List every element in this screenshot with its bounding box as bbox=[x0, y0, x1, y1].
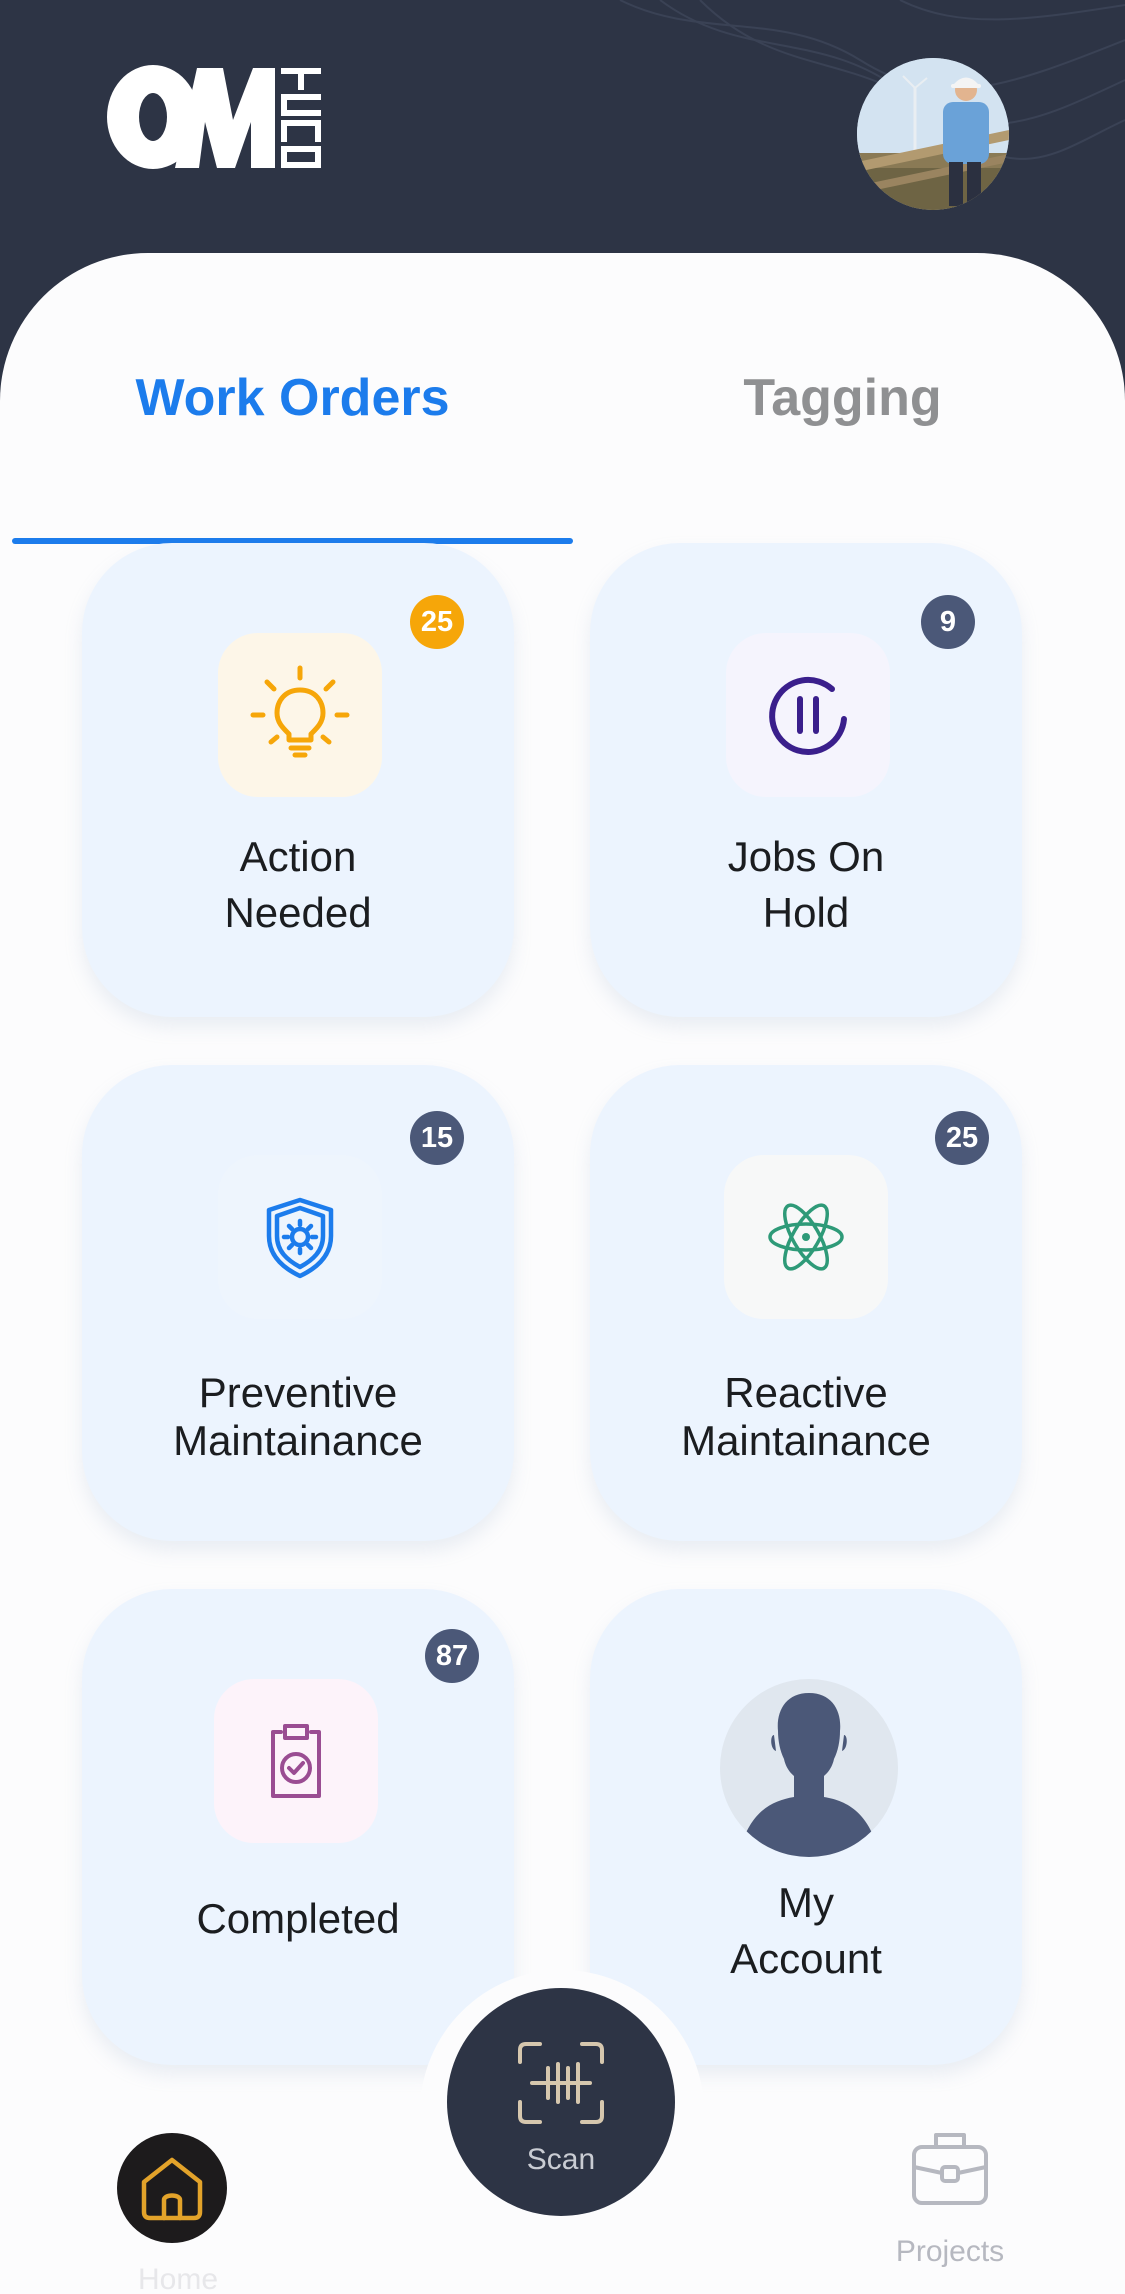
card-reactive-maintenance[interactable]: 25 Reactive Maintainance bbox=[590, 1065, 1022, 1541]
reactive-line2: Maintainance bbox=[681, 1417, 931, 1464]
clipboard-check-icon bbox=[271, 1724, 321, 1798]
action-needed-icon-box bbox=[218, 633, 382, 797]
atom-icon bbox=[768, 1203, 844, 1271]
tab-bar: Work Orders Tagging bbox=[12, 348, 1112, 544]
card-jobs-on-hold[interactable]: 9 Jobs On Hold bbox=[590, 543, 1022, 1017]
card-preventive-maintenance[interactable]: 15 Preventive Maintainance bbox=[82, 1065, 514, 1541]
home-icon bbox=[141, 2157, 203, 2221]
my-account-line2: Account bbox=[730, 1935, 882, 1982]
jobs-on-hold-line1: Jobs On bbox=[727, 833, 885, 880]
home-icon-circle bbox=[117, 2133, 227, 2243]
nav-home-label: Home bbox=[137, 2263, 219, 2294]
tab-tagging[interactable]: Tagging bbox=[573, 348, 1112, 448]
action-needed-line1: Action bbox=[239, 833, 357, 880]
card-my-account[interactable]: My Account bbox=[590, 1589, 1022, 2065]
briefcase-icon bbox=[912, 2133, 988, 2205]
card-action-needed[interactable]: 25 Action Needed bbox=[82, 543, 514, 1017]
my-account-line1: My bbox=[778, 1879, 834, 1926]
jobs-on-hold-badge: 9 bbox=[921, 595, 975, 649]
completed-icon-box bbox=[214, 1679, 378, 1843]
scan-button[interactable]: Scan bbox=[447, 1988, 675, 2216]
tab-work-orders[interactable]: Work Orders bbox=[12, 348, 573, 448]
nav-projects-label: Projects bbox=[895, 2235, 1005, 2268]
preventive-line2: Maintainance bbox=[173, 1417, 423, 1464]
action-needed-badge: 25 bbox=[410, 595, 464, 649]
om-tech-logo bbox=[107, 65, 321, 169]
person-icon bbox=[738, 1693, 880, 1857]
reactive-icon-box bbox=[724, 1155, 888, 1319]
jobs-on-hold-icon-box bbox=[726, 633, 890, 797]
scan-label: Scan bbox=[526, 2143, 596, 2176]
my-account-avatar bbox=[720, 1679, 898, 1857]
completed-label: Completed bbox=[196, 1895, 400, 1942]
jobs-on-hold-line2: Hold bbox=[762, 889, 850, 936]
shield-gear-icon bbox=[266, 1197, 334, 1279]
preventive-icon-box bbox=[218, 1155, 382, 1319]
profile-avatar[interactable] bbox=[857, 58, 1009, 210]
card-completed[interactable]: 87 Completed bbox=[82, 1589, 514, 2065]
preventive-badge: 15 bbox=[410, 1111, 464, 1165]
scan-icon bbox=[518, 2042, 604, 2124]
pause-icon bbox=[769, 676, 847, 755]
reactive-badge: 25 bbox=[935, 1111, 989, 1165]
nav-projects[interactable]: Projects bbox=[870, 2123, 1030, 2293]
completed-badge: 87 bbox=[425, 1629, 479, 1683]
action-needed-line2: Needed bbox=[224, 889, 372, 936]
profile-photo bbox=[857, 58, 1009, 210]
lightbulb-icon bbox=[250, 665, 350, 758]
nav-home[interactable]: Home bbox=[105, 2093, 255, 2294]
